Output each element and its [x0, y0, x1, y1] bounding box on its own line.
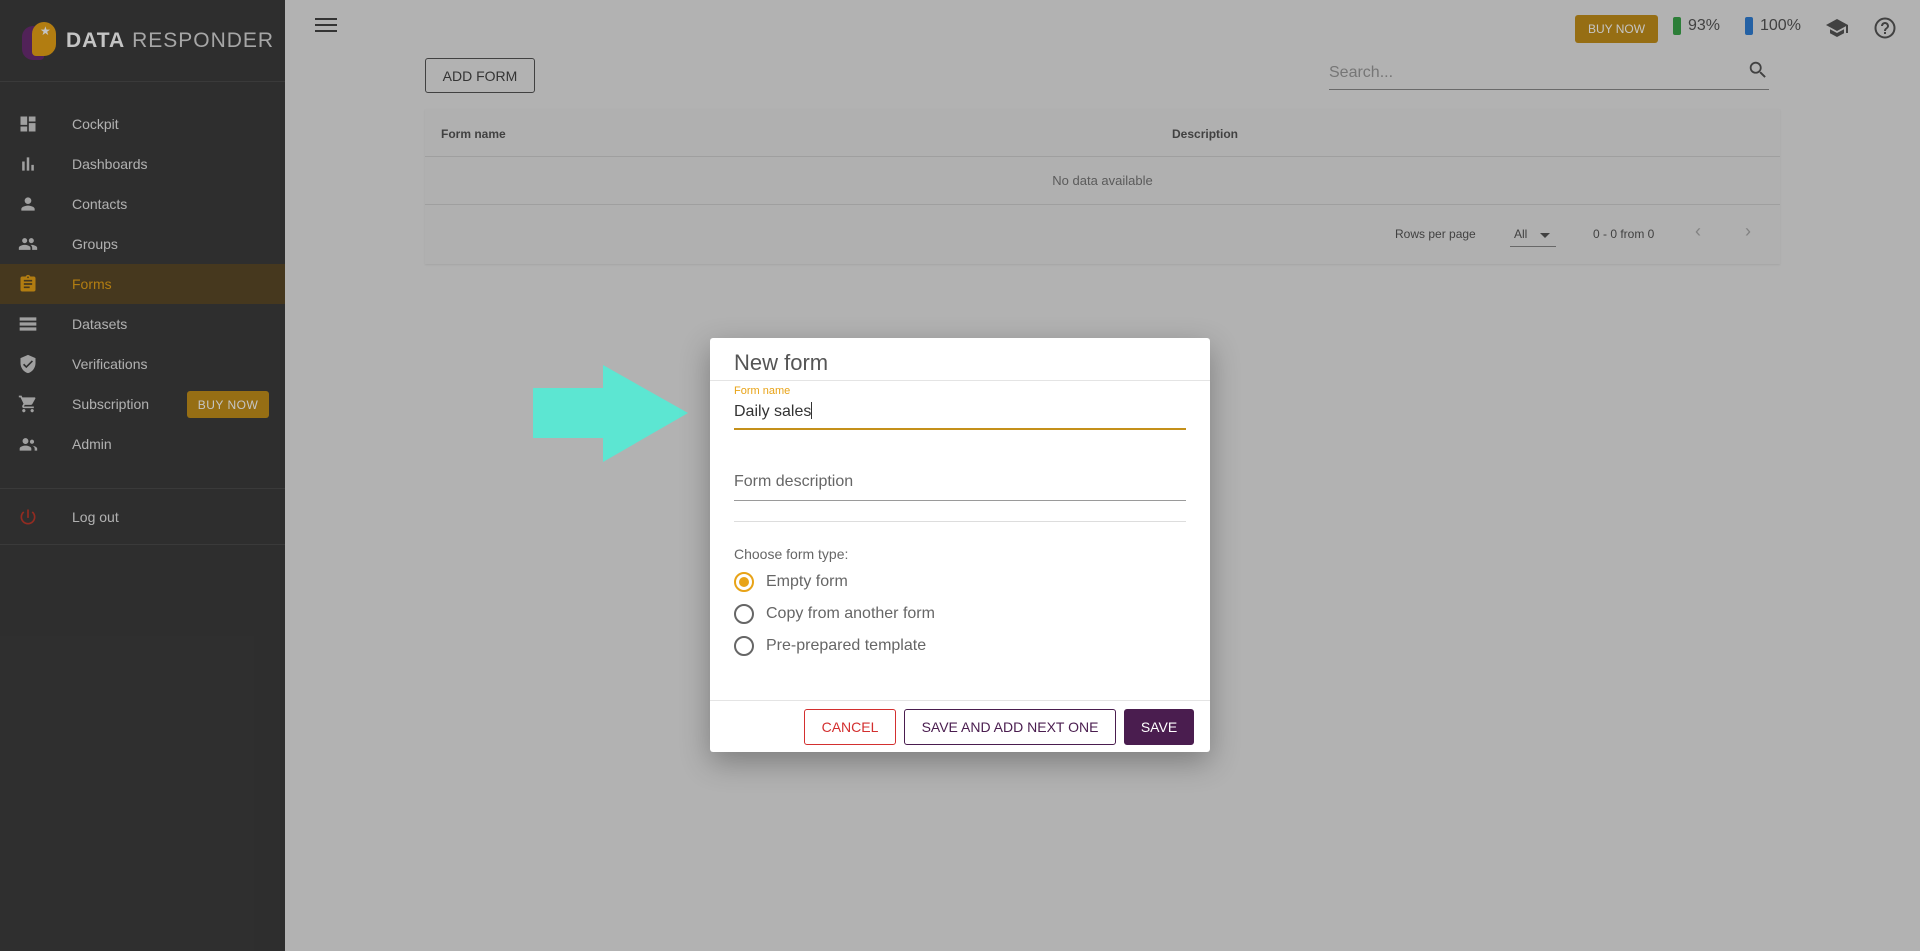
divider [734, 521, 1186, 522]
radio-unchecked-icon [734, 604, 754, 624]
save-button[interactable]: SAVE [1124, 709, 1194, 745]
form-type-label: Choose form type: [734, 546, 849, 562]
radio-empty-form[interactable]: Empty form [734, 570, 848, 594]
radio-pre-prepared-template[interactable]: Pre-prepared template [734, 634, 926, 658]
save-and-add-next-button[interactable]: SAVE AND ADD NEXT ONE [904, 709, 1116, 745]
radio-unchecked-icon [734, 636, 754, 656]
radio-label: Copy from another form [766, 605, 935, 622]
radio-label: Pre-prepared template [766, 637, 927, 654]
dialog-title: New form [734, 350, 829, 375]
text-caret [811, 402, 813, 419]
form-description-input[interactable]: Form description [734, 471, 1186, 501]
radio-checked-icon [734, 572, 754, 592]
annotation-arrow-icon [533, 365, 688, 462]
divider [710, 380, 1210, 381]
cancel-button[interactable]: CANCEL [804, 709, 896, 745]
form-description-placeholder: Form description [734, 473, 854, 490]
form-name-value: Daily sales [734, 403, 812, 420]
divider [710, 700, 1210, 701]
new-form-dialog: New form Form name Daily sales Form desc… [710, 338, 1210, 752]
radio-copy-from-another-form[interactable]: Copy from another form [734, 602, 935, 626]
form-name-input[interactable]: Daily sales [734, 400, 1186, 430]
form-name-label: Form name [734, 385, 791, 397]
radio-label: Empty form [766, 573, 848, 590]
